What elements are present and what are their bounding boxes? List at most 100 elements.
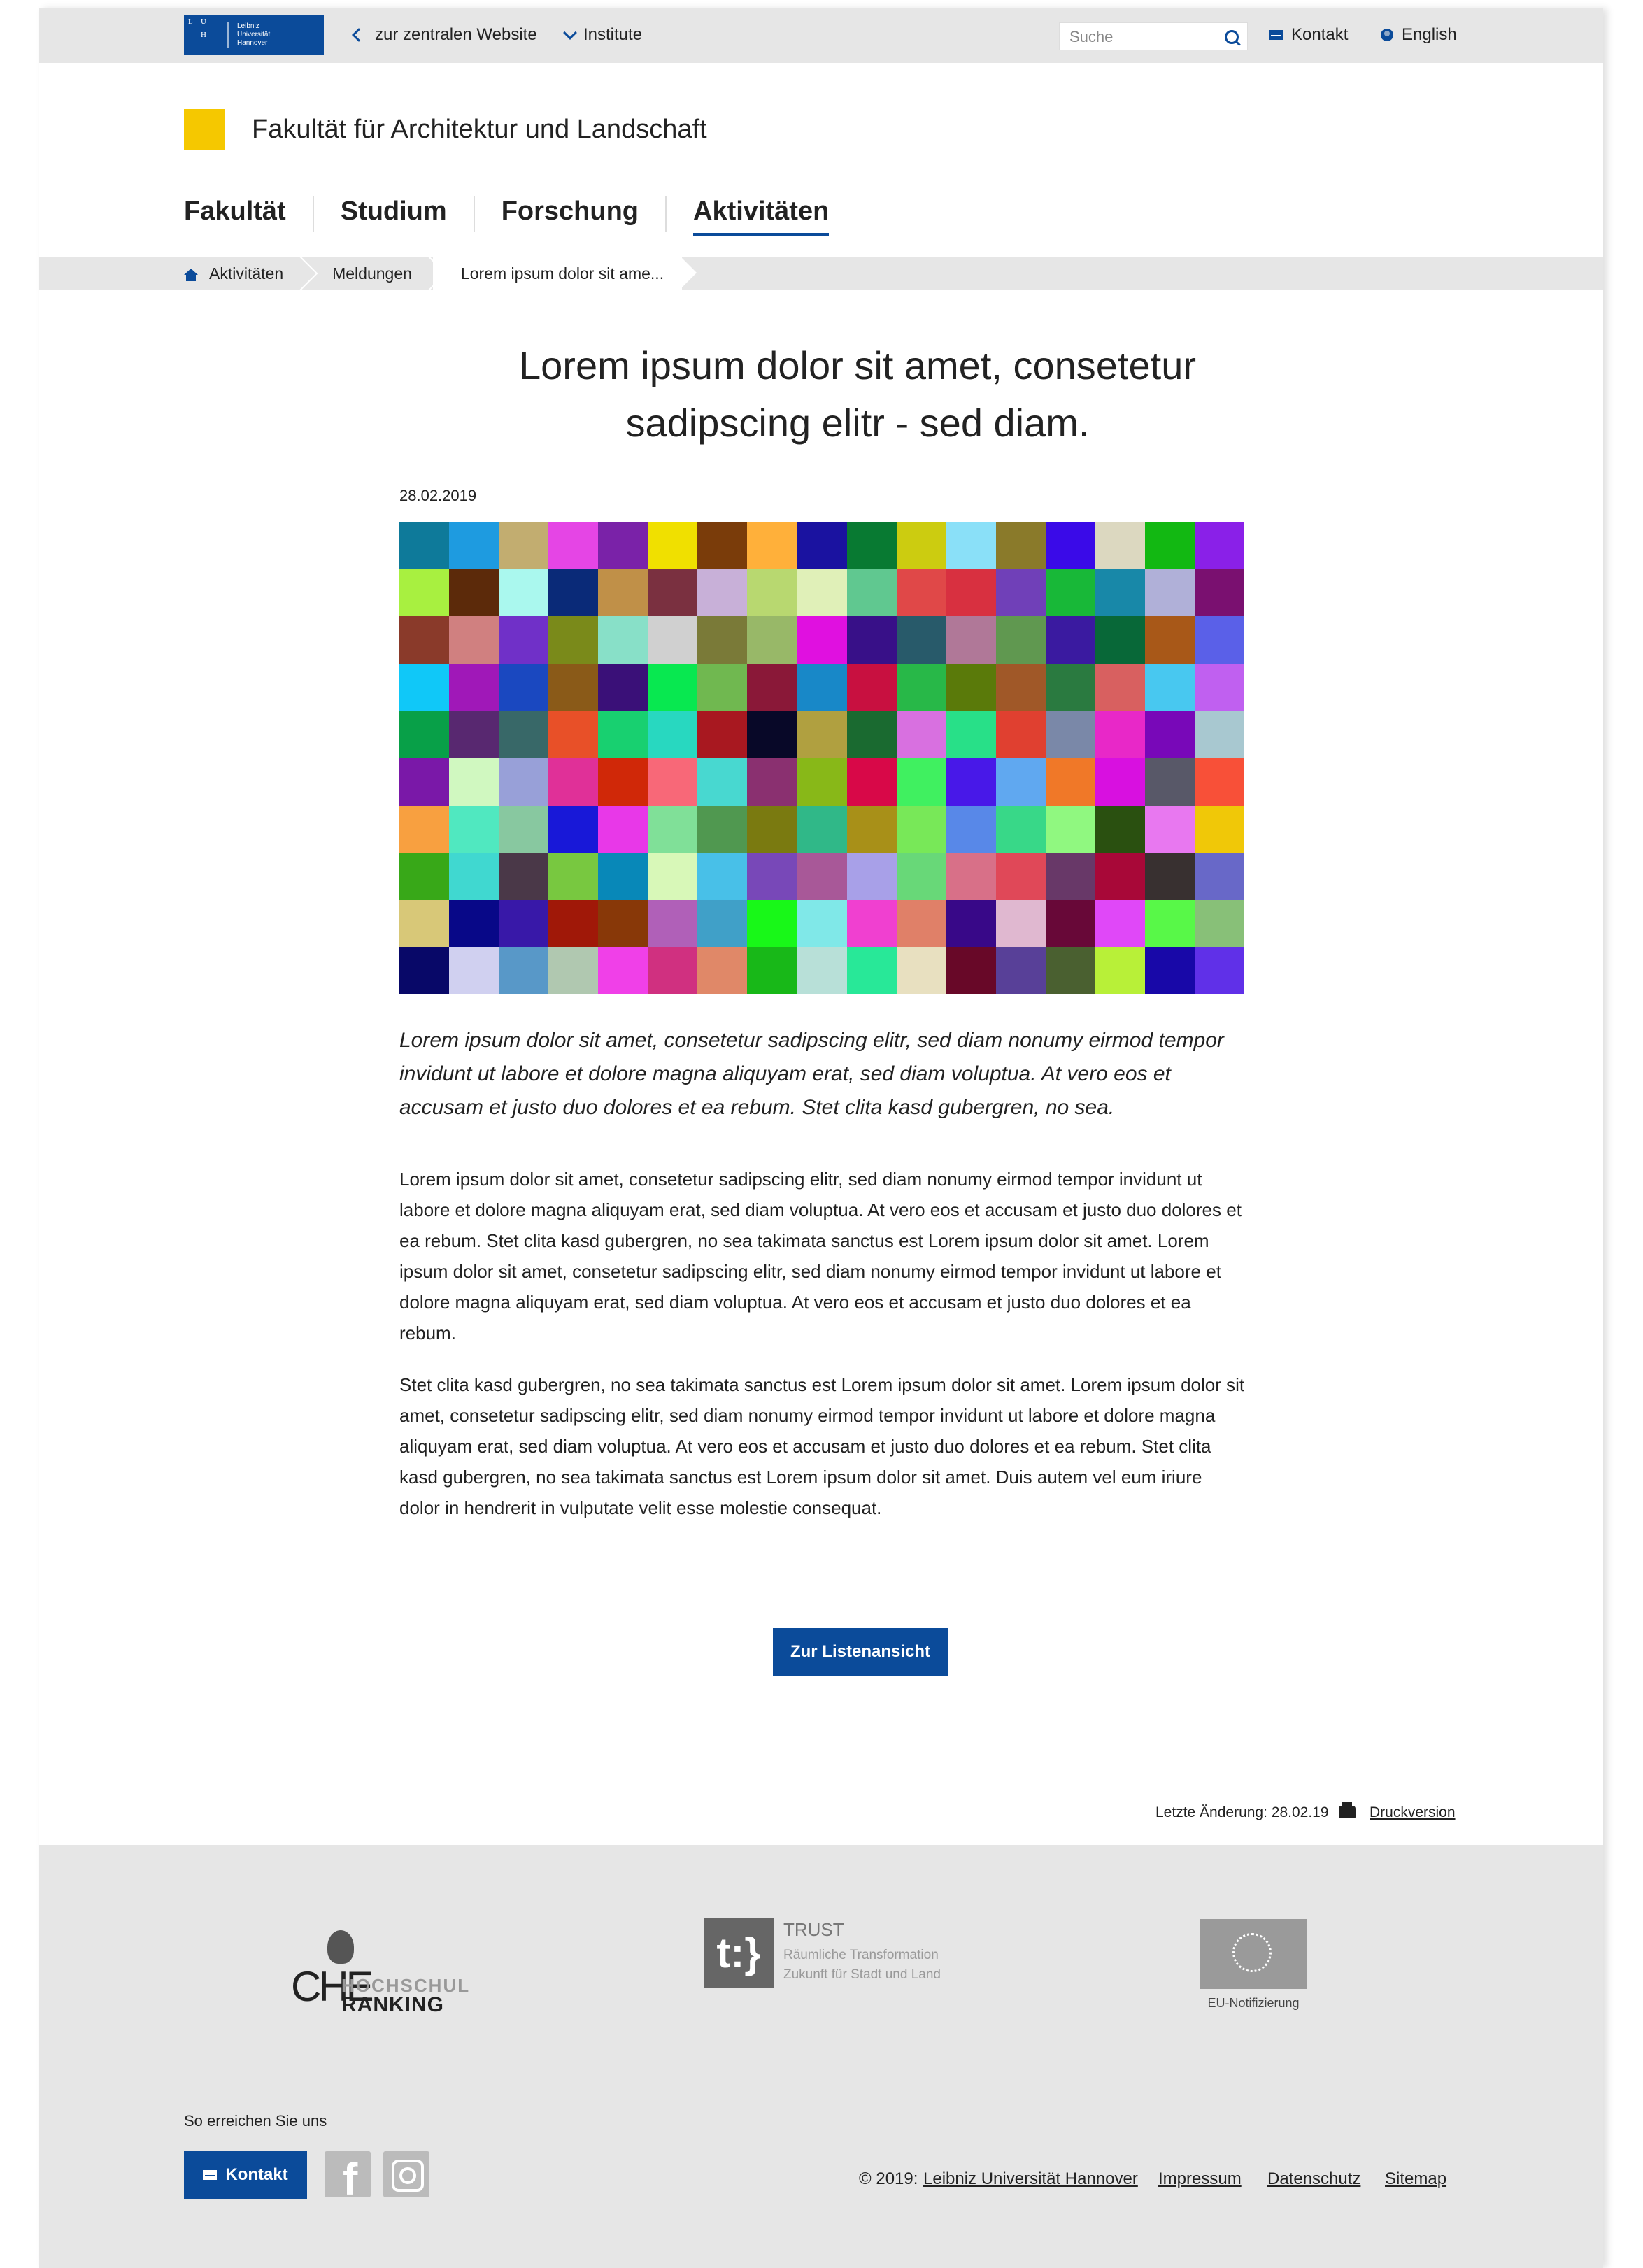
mosaic-tile [797,569,847,617]
list-view-button[interactable]: Zur Listenansicht [773,1628,948,1676]
trust-logo[interactable]: t:} [704,1918,774,1988]
mosaic-tile [449,522,499,569]
print-version-link[interactable]: Druckversion [1370,1804,1456,1821]
mosaic-tile [697,616,748,664]
language-switch-link[interactable]: English [1381,25,1457,45]
mosaic-tile [548,899,599,948]
mosaic-tile [1194,853,1244,900]
mosaic-tile [896,947,946,994]
mosaic-tile [648,663,698,711]
mosaic-tile [548,711,599,758]
home-icon[interactable] [184,268,198,281]
mosaic-tile [995,711,1046,758]
mosaic-tile [946,853,996,900]
owl-icon [327,1930,354,1964]
mosaic-tile [697,757,748,806]
eu-stars-icon [1232,1933,1272,1972]
mosaic-tile [1045,853,1095,900]
impressum-link[interactable]: Impressum [1158,2169,1242,2189]
page: LUH Leibniz Universität Hannover zur zen… [39,8,1603,2268]
faculty-color-square [184,109,225,150]
mosaic-tile [648,853,698,900]
nav-item-fakultaet[interactable]: Fakultät [184,196,313,232]
mosaic-tile [1144,805,1195,853]
mosaic-tile [449,616,499,664]
mosaic-tile [946,711,996,758]
sitemap-link[interactable]: Sitemap [1385,2169,1446,2189]
article-title-line-1: Lorem ipsum dolor sit amet, consetetur [519,343,1196,387]
mosaic-tile [797,616,847,664]
search-input[interactable] [1060,23,1225,51]
mosaic-tile [946,899,996,948]
mosaic-tile [1144,853,1195,900]
eu-flag-icon[interactable] [1200,1919,1307,1989]
logo-mark: LUH [184,15,223,55]
mosaic-tile [1194,947,1244,994]
mosaic-tile [747,853,797,900]
mosaic-tile [896,853,946,900]
nav-item-aktivitaeten[interactable]: Aktivitäten [665,196,855,236]
footer-contact-button[interactable]: Kontakt [184,2151,307,2199]
mosaic-tile [1194,711,1244,758]
contact-link[interactable]: Kontakt [1269,25,1348,45]
mosaic-tile [995,853,1046,900]
datenschutz-link[interactable]: Datenschutz [1267,2169,1360,2189]
mosaic-tile [896,616,946,664]
mosaic-tile [946,805,996,853]
article-title: Lorem ipsum dolor sit amet, consetetur s… [319,337,1396,452]
mosaic-tile [946,569,996,617]
institutes-dropdown[interactable]: Institute [563,25,642,45]
faculty-title[interactable]: Fakultät für Architektur und Landschaft [252,115,707,145]
mosaic-tile [896,711,946,758]
mosaic-tile [399,522,450,569]
university-link[interactable]: Leibniz Universität Hannover [923,2169,1138,2189]
mosaic-tile [995,522,1046,569]
mosaic-tile [747,522,797,569]
mosaic-tile [1194,805,1244,853]
mosaic-tile [499,757,549,806]
back-to-main-website-link[interactable]: zur zentralen Website [352,25,537,45]
breadcrumb-item-meldungen[interactable]: Meldungen [304,257,433,290]
mosaic-tile [946,947,996,994]
article-lead: Lorem ipsum dolor sit amet, consetetur s… [399,1029,1224,1119]
mosaic-tile [1045,569,1095,617]
mosaic-tile [995,899,1046,948]
breadcrumb-item-aktivitaeten[interactable]: Aktivitäten [206,257,304,290]
mosaic-tile [399,947,450,994]
nav-item-studium[interactable]: Studium [312,196,474,232]
chevron-left-icon [352,28,366,42]
mosaic-tile [1095,569,1145,617]
mosaic-tile [846,663,897,711]
mosaic-tile [449,711,499,758]
instagram-icon[interactable] [383,2151,429,2197]
mosaic-tile [648,522,698,569]
mosaic-tile [896,757,946,806]
search-icon[interactable] [1225,30,1239,44]
mosaic-tile [648,616,698,664]
facebook-icon[interactable]: f [325,2151,371,2197]
mosaic-tile [499,616,549,664]
university-logo[interactable]: LUH Leibniz Universität Hannover [184,15,324,55]
mosaic-tile [499,522,549,569]
mosaic-tile [797,805,847,853]
nav-item-forschung[interactable]: Forschung [473,196,665,232]
mosaic-tile [1095,899,1145,948]
mosaic-tile [846,711,897,758]
mosaic-tile [1144,522,1195,569]
trust-subtitle-line-2: Zukunft für Stadt und Land [783,1967,941,1982]
mosaic-tile [697,522,748,569]
mosaic-tile [797,663,847,711]
mosaic-tile [1045,805,1095,853]
breadcrumb: Aktivitäten Meldungen Lorem ipsum dolor … [39,257,1603,290]
mosaic-tile [499,947,549,994]
mosaic-tile [697,663,748,711]
mosaic-tile [1095,853,1145,900]
print-icon[interactable] [1339,1802,1356,1818]
mosaic-tile [1194,616,1244,664]
logo-mark-cell [184,29,197,42]
mosaic-tile [946,522,996,569]
mosaic-tile [399,853,450,900]
mosaic-tile [648,805,698,853]
mosaic-tile [1045,711,1095,758]
mosaic-tile [449,805,499,853]
